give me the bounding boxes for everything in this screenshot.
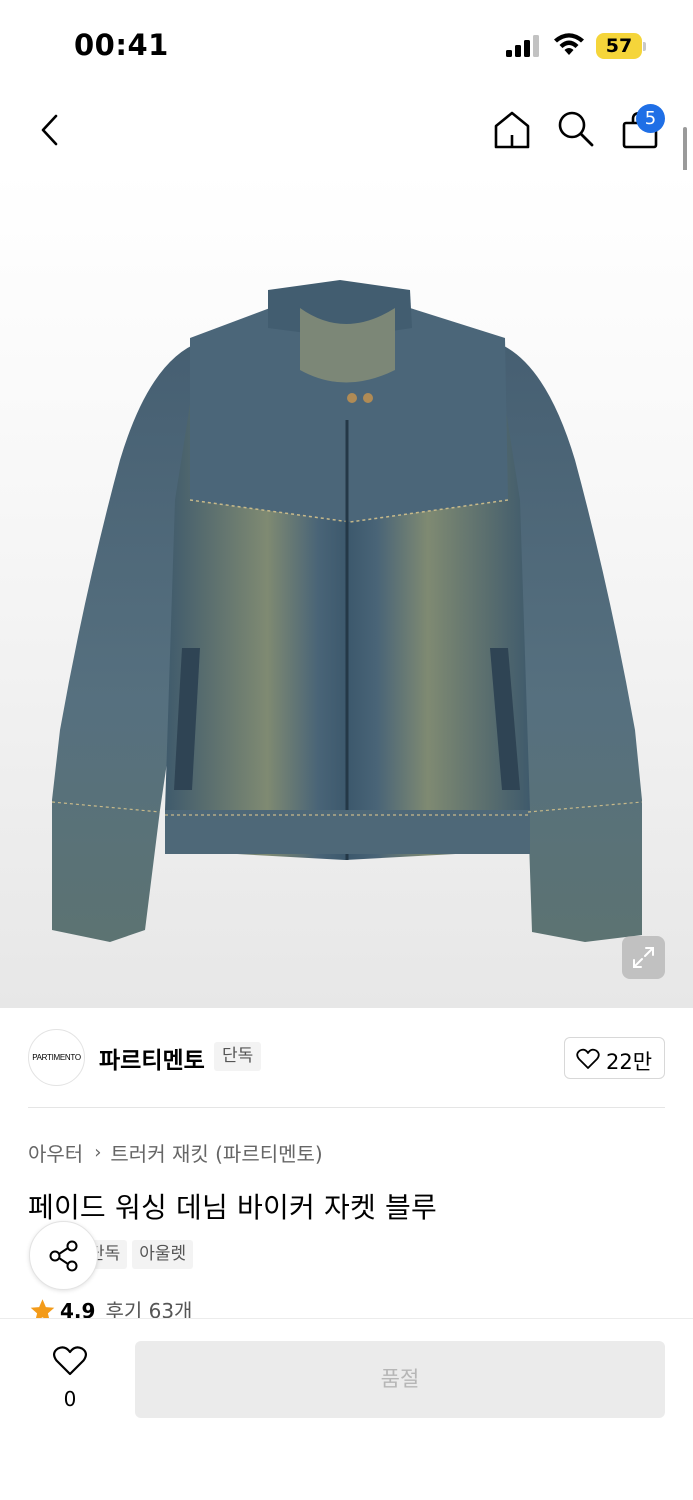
- battery-level: 57: [596, 33, 642, 59]
- exclusive-badge: 단독: [214, 1042, 262, 1071]
- wishlist-count: 0: [63, 1387, 77, 1411]
- wifi-icon: [554, 33, 584, 55]
- breadcrumb-subcategory[interactable]: 트러커 재킷 (파르티멘토): [110, 1138, 322, 1167]
- home-icon[interactable]: [492, 109, 532, 151]
- search-icon[interactable]: [555, 109, 595, 149]
- brand-like-count: 22만: [606, 1050, 653, 1074]
- status-bar: 00:41 57: [0, 0, 693, 95]
- battery-indicator: 57: [596, 33, 646, 59]
- expand-image-button[interactable]: [622, 936, 665, 979]
- bottom-action-bar: 0 품절: [0, 1318, 693, 1500]
- brand-logo[interactable]: PARTIMENTO: [28, 1029, 85, 1086]
- cart-count-badge: 5: [636, 104, 665, 133]
- review-count: 후기 63개: [105, 1299, 193, 1319]
- brand-name[interactable]: 파르티멘토: [99, 1041, 205, 1075]
- status-time: 00:41: [74, 28, 169, 62]
- product-tags: 단독 아울렛: [82, 1240, 194, 1269]
- heart-icon: [53, 1346, 87, 1376]
- battery-cap: [643, 42, 646, 51]
- rating-value: 4.9: [60, 1299, 96, 1319]
- brand-row: PARTIMENTO 파르티멘토 단독 22만: [0, 1008, 693, 1108]
- back-icon[interactable]: [34, 110, 68, 150]
- star-icon: [30, 1299, 55, 1319]
- breadcrumb: 아우터 › 트러커 재킷 (파르티멘토): [28, 1138, 323, 1167]
- nav-bar: [0, 95, 693, 170]
- expand-icon: [633, 947, 654, 968]
- product-tag: 아울렛: [132, 1240, 194, 1269]
- share-button[interactable]: [29, 1221, 98, 1290]
- divider: [28, 1107, 665, 1108]
- share-icon: [49, 1240, 78, 1272]
- denim-jacket-illustration: [51, 280, 643, 942]
- heart-icon: [576, 1048, 600, 1069]
- product-image[interactable]: [0, 170, 693, 1008]
- rating-row[interactable]: 4.9 후기 63개: [29, 1297, 192, 1319]
- breadcrumb-category[interactable]: 아우터: [28, 1138, 83, 1167]
- chevron-right-icon: ›: [94, 1142, 102, 1163]
- sold-out-button[interactable]: 품절: [135, 1341, 665, 1418]
- product-title: 페이드 워싱 데님 바이커 자켓 블루: [28, 1191, 437, 1224]
- brand-like-button[interactable]: 22만: [564, 1037, 665, 1079]
- cellular-signal-icon: [506, 35, 539, 57]
- wishlist-button[interactable]: 0: [46, 1345, 94, 1415]
